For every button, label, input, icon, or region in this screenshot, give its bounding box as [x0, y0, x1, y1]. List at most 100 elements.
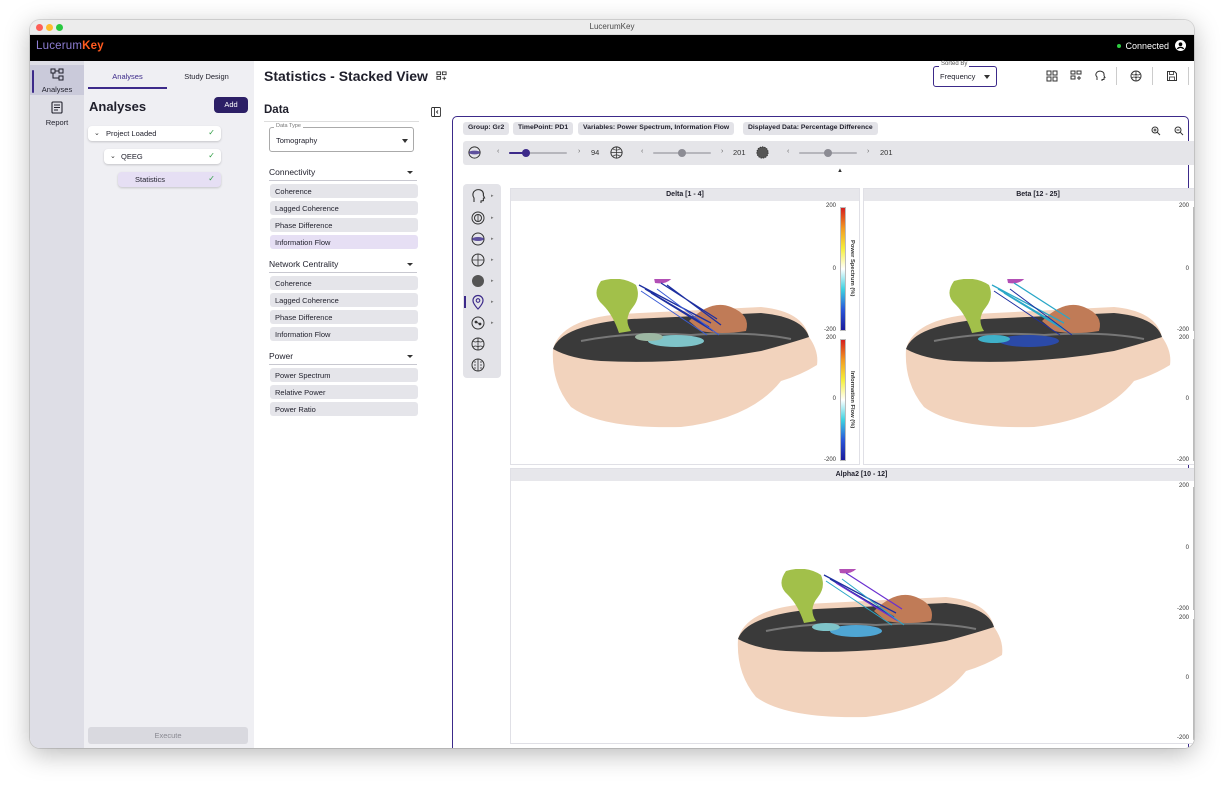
expand-arrow-icon[interactable]: ▸: [491, 299, 494, 305]
expand-arrow-icon[interactable]: ▸: [491, 193, 494, 199]
slider-left-arrow[interactable]: ‹: [641, 148, 643, 155]
dropdown-caret-icon: [402, 139, 408, 143]
add-button[interactable]: Add: [214, 97, 248, 113]
slider-right-arrow[interactable]: ›: [721, 148, 723, 155]
coronal-view-icon[interactable]: [470, 252, 486, 268]
slider-right-arrow[interactable]: ›: [867, 148, 869, 155]
dropdown-caret-icon: [984, 75, 990, 79]
list-item-power-spectrum[interactable]: Power Spectrum: [270, 368, 418, 382]
list-item-phase-difference[interactable]: Phase Difference: [270, 310, 418, 324]
stacked-layout-icon[interactable]: [1070, 70, 1082, 82]
section-title: Network Centrality: [269, 259, 339, 269]
brain-icon[interactable]: [1130, 70, 1142, 82]
expand-arrow-icon[interactable]: ▸: [491, 320, 494, 326]
list-item-lagged-coherence[interactable]: Lagged Coherence: [270, 293, 418, 307]
head-icon[interactable]: [1094, 70, 1106, 82]
collapse-panel-icon[interactable]: [431, 107, 441, 117]
zoom-in-icon[interactable]: [1151, 126, 1161, 136]
window-title: LucerumKey: [589, 22, 635, 31]
list-item-information-flow[interactable]: Information Flow: [270, 235, 418, 249]
location-pin-icon[interactable]: [470, 294, 486, 310]
chevron-down-icon[interactable]: ⌄: [94, 129, 100, 137]
section-connectivity[interactable]: Connectivity: [269, 167, 417, 181]
sorted-by-select[interactable]: Sorted By Frequency: [933, 61, 997, 87]
cortex-view-icon[interactable]: [470, 210, 486, 226]
chevron-down-icon[interactable]: [407, 355, 413, 358]
section-network-centrality[interactable]: Network Centrality: [269, 259, 417, 273]
sagittal-view-icon[interactable]: [470, 273, 486, 289]
save-icon[interactable]: [1166, 70, 1178, 82]
colorbar-max-label: 200: [1178, 203, 1189, 209]
page-title: Statistics - Stacked View: [264, 68, 447, 84]
slider-right-arrow[interactable]: ›: [578, 148, 580, 155]
expand-arrow-icon[interactable]: ▸: [491, 257, 494, 263]
toolbar-divider: [1116, 67, 1117, 85]
slider-thumb[interactable]: [678, 149, 686, 157]
expand-arrow-icon[interactable]: ▸: [491, 236, 494, 242]
toolbar-divider: [1188, 67, 1189, 85]
colorbar-mid-label: 0: [832, 396, 836, 402]
account-icon[interactable]: [1175, 40, 1186, 51]
slider-thumb[interactable]: [522, 149, 531, 157]
slider-thumb[interactable]: [824, 149, 832, 157]
expand-arrow-icon[interactable]: ▸: [491, 215, 494, 221]
list-item-lagged-coherence[interactable]: Lagged Coherence: [270, 201, 418, 215]
list-item-power-ratio[interactable]: Power Ratio: [270, 402, 418, 416]
app-bar: LucerumKey Connected: [30, 35, 1194, 61]
slider-left-arrow[interactable]: ‹: [497, 148, 499, 155]
data-type-select[interactable]: Data Type Tomography: [269, 123, 414, 152]
tree-item-project-loaded[interactable]: ⌄ Project Loaded ✓: [88, 126, 221, 141]
axial-view-icon[interactable]: [470, 231, 486, 247]
list-item-coherence[interactable]: Coherence: [270, 276, 418, 290]
list-item-coherence[interactable]: Coherence: [270, 184, 418, 198]
list-item-phase-difference[interactable]: Phase Difference: [270, 218, 418, 232]
colorbar-max-label: 200: [1178, 615, 1189, 621]
view-switch-icon[interactable]: [436, 71, 447, 82]
active-tool-indicator: [464, 296, 466, 308]
app-window: LucerumKey LucerumKey Connected Analyses…: [30, 20, 1194, 748]
chevron-down-icon[interactable]: [407, 263, 413, 266]
title-bar: LucerumKey: [30, 20, 1194, 35]
list-item-relative-power[interactable]: Relative Power: [270, 385, 418, 399]
brain-render-image[interactable]: [541, 279, 821, 439]
tree-item-qeeg[interactable]: ⌄ QEEG ✓: [104, 149, 221, 164]
coronal-slider[interactable]: [653, 149, 711, 157]
nav-item-analyses[interactable]: Analyses: [30, 65, 84, 95]
colorbar-max-label: 200: [825, 335, 836, 341]
slider-left-arrow[interactable]: ‹: [787, 148, 789, 155]
slice-controls: ‹ › 94 ‹ › 201 ‹ › 201: [463, 141, 1194, 165]
brain-surface-icon[interactable]: [470, 336, 486, 352]
zoom-out-icon[interactable]: [1174, 126, 1184, 136]
tab-analyses[interactable]: Analyses: [88, 69, 167, 89]
data-panel-title: Data: [264, 104, 289, 116]
list-item-information-flow[interactable]: Information Flow: [270, 327, 418, 341]
sagittal-slider[interactable]: [799, 149, 857, 157]
tree-item-label: Statistics: [135, 175, 166, 184]
panel-title: Alpha2 [10 - 12]: [511, 469, 1194, 481]
connection-label: Connected: [1125, 40, 1169, 51]
check-icon: ✓: [208, 151, 215, 160]
brain-render-image[interactable]: [894, 279, 1174, 439]
brain-render-image[interactable]: [726, 569, 1006, 729]
collapse-controls-icon[interactable]: ▲: [837, 168, 843, 174]
grid-layout-icon[interactable]: [1046, 70, 1058, 82]
tree-item-statistics[interactable]: Statistics ✓: [118, 172, 221, 187]
expand-arrow-icon[interactable]: ▸: [491, 278, 494, 284]
coronal-slice-icon[interactable]: [609, 145, 624, 160]
axial-slider[interactable]: [509, 149, 567, 157]
chevron-down-icon[interactable]: ⌄: [110, 152, 116, 160]
network-view-icon[interactable]: [470, 315, 486, 331]
axial-slice-icon[interactable]: [467, 145, 482, 160]
nav-item-report[interactable]: Report: [30, 95, 84, 127]
head-view-icon[interactable]: [470, 188, 486, 204]
brain-hemisphere-icon[interactable]: [470, 357, 486, 373]
app-logo: LucerumKey: [36, 40, 104, 52]
section-power[interactable]: Power: [269, 351, 417, 365]
tab-study-design[interactable]: Study Design: [167, 69, 246, 89]
view-tools: ▸ ▸ ▸ ▸ ▸ ▸ ▸: [463, 184, 501, 378]
execute-button[interactable]: Execute: [88, 727, 248, 744]
colorbar-max-label: 200: [825, 203, 836, 209]
chevron-down-icon[interactable]: [407, 171, 413, 174]
power-spectrum-colorbar: [1193, 487, 1194, 610]
sagittal-slice-icon[interactable]: [755, 145, 770, 160]
